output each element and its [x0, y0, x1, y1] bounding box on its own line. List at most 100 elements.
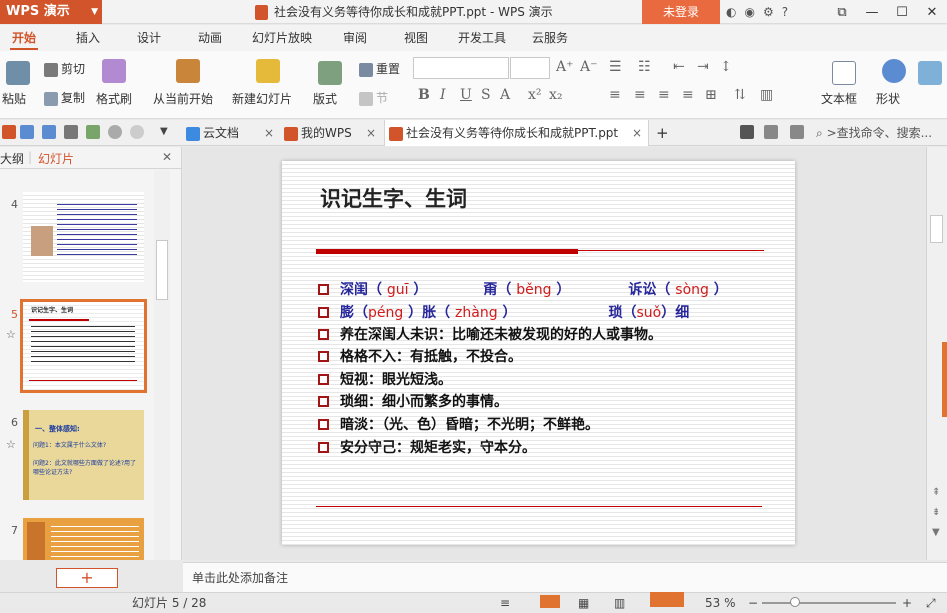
definition-item[interactable]: 琐细：细小而繁多的事情。	[318, 391, 508, 411]
definition-item[interactable]: 格格不入：有抵触，不投合。	[318, 346, 522, 366]
panel-scrollbar[interactable]	[154, 170, 170, 560]
export-pdf-icon[interactable]	[42, 125, 56, 139]
shrink-font-icon[interactable]: A⁻	[580, 59, 598, 75]
zoom-out-icon[interactable]: −	[748, 593, 758, 613]
close-icon[interactable]: ×	[366, 120, 376, 146]
vertical-scrollbar[interactable]: ⇞ ⇟ ▼	[926, 147, 947, 560]
align-center-icon[interactable]: ≡	[634, 87, 646, 103]
underline-icon[interactable]: U	[460, 87, 472, 103]
pinyin-row-2[interactable]: 膨（péng ）胀（ zhàng ）琐（suǒ）细	[318, 302, 689, 322]
zoom-in-icon[interactable]: +	[902, 593, 912, 613]
tab-cloud[interactable]: 云服务	[532, 25, 568, 51]
zoom-level[interactable]: 53 %	[705, 593, 736, 613]
login-button[interactable]: 未登录	[642, 0, 720, 24]
italic-icon[interactable]: I	[440, 87, 446, 103]
scrollbar-thumb[interactable]	[930, 215, 943, 243]
cut-button[interactable]: 剪切	[44, 60, 85, 77]
settings-icon[interactable]: ⚙	[763, 5, 774, 19]
definition-item[interactable]: 暗淡：（光、色）昏暗；不光明；不鲜艳。	[318, 414, 599, 434]
superscript-icon[interactable]: x²	[528, 87, 542, 103]
pinyin-row-1[interactable]: 深闺（ guī ）甭（ běng ）诉讼（ sòng ）	[318, 279, 728, 299]
print-preview-icon[interactable]	[86, 125, 100, 139]
tab-review[interactable]: 审阅	[343, 25, 367, 51]
next-page-icon[interactable]: ⇟	[932, 507, 940, 518]
search-box[interactable]: ⌕ >查找命令、搜索...	[812, 120, 947, 146]
bullets-icon[interactable]: ☰	[609, 59, 622, 75]
close-icon[interactable]: ✕	[162, 150, 172, 164]
chevron-down-icon[interactable]: ▼	[160, 125, 174, 139]
grow-font-icon[interactable]: A⁺	[556, 59, 574, 75]
present-icon[interactable]	[740, 125, 754, 139]
scrollbar-thumb[interactable]	[156, 240, 168, 300]
tab-my-wps[interactable]: 我的WPS ×	[280, 120, 382, 146]
new-tab-button[interactable]: +	[652, 120, 672, 146]
undo-icon[interactable]	[108, 125, 122, 139]
slide-thumbnail-5[interactable]: 识记生字、生词	[20, 299, 147, 393]
slide-title[interactable]: 识记生字、生词	[320, 183, 467, 213]
new-slide-icon[interactable]	[256, 59, 280, 83]
save-icon[interactable]	[20, 125, 34, 139]
skin-icon[interactable]: ◐	[726, 5, 736, 19]
close-icon[interactable]: ×	[264, 120, 274, 146]
align-left-icon[interactable]: ≡	[609, 87, 621, 103]
tab-view[interactable]: 视图	[404, 25, 428, 51]
close-icon[interactable]: ×	[632, 120, 642, 146]
slide-thumbnail-6[interactable]: 一、整体感知: 问题1：本文属于什么文体? 问题2：此文就哪些方面做了论述?用了…	[23, 410, 144, 500]
bold-icon[interactable]: B	[418, 87, 430, 103]
line-spacing-icon[interactable]: ↕	[720, 59, 732, 75]
text-direction-icon[interactable]: ⇅	[734, 87, 746, 103]
maximize-icon[interactable]: ☐	[887, 1, 917, 25]
textbox-button[interactable]: 文本框	[821, 90, 857, 107]
tab-outline[interactable]: 大纲	[0, 150, 24, 167]
redo-icon[interactable]	[130, 125, 144, 139]
paste-icon[interactable]	[6, 61, 30, 85]
justify-icon[interactable]: ≡	[682, 87, 694, 103]
font-color-icon[interactable]: A	[500, 87, 510, 103]
minimize-icon[interactable]: —	[857, 1, 887, 25]
slide-thumbnail-4[interactable]	[23, 192, 144, 282]
copy-button[interactable]: 复制	[44, 89, 85, 106]
font-name-field[interactable]	[413, 57, 509, 79]
wps-app-menu-button[interactable]: WPS 演示 ▼	[0, 0, 102, 24]
restore-icon[interactable]: ⧉	[827, 1, 857, 25]
definition-item[interactable]: 短视：眼光短浅。	[318, 369, 452, 389]
reading-view-icon[interactable]: ▥	[614, 593, 625, 613]
tab-design[interactable]: 设计	[137, 25, 161, 51]
font-size-field[interactable]	[510, 57, 550, 79]
tab-slideshow[interactable]: 幻灯片放映	[252, 25, 312, 51]
definition-item[interactable]: 养在深闺人未识：比喻还未被发现的好的人或事物。	[318, 324, 662, 344]
shape-icon[interactable]	[882, 59, 906, 83]
subscript-icon[interactable]: x₂	[549, 87, 563, 103]
tab-home[interactable]: 开始	[9, 25, 39, 51]
tab-animation[interactable]: 动画	[198, 25, 222, 51]
textbox-icon[interactable]	[832, 61, 856, 85]
add-slide-button[interactable]: +	[56, 568, 118, 588]
zoom-slider-handle[interactable]	[790, 597, 800, 607]
tab-current-document[interactable]: 社会没有义务等待你成长和成就PPT.ppt ×	[384, 120, 649, 146]
tab-insert[interactable]: 插入	[76, 25, 100, 51]
help-icon[interactable]: ?	[782, 5, 788, 19]
tab-developer[interactable]: 开发工具	[458, 25, 506, 51]
decrease-indent-icon[interactable]: ⇤	[673, 59, 685, 75]
format-painter-icon[interactable]	[102, 59, 126, 83]
normal-view-icon[interactable]	[540, 595, 560, 608]
scroll-down-icon[interactable]: ▼	[932, 527, 940, 538]
distribute-icon[interactable]: ⊞	[705, 87, 717, 103]
notes-toggle-icon[interactable]: ≡	[500, 593, 510, 613]
tab-slides[interactable]: 幻灯片	[38, 150, 74, 167]
from-current-button[interactable]: 从当前开始	[153, 90, 213, 107]
open-icon[interactable]	[2, 125, 16, 139]
share-icon[interactable]: ◉	[744, 5, 754, 19]
paste-button[interactable]: 粘贴	[2, 90, 26, 107]
format-painter-button[interactable]: 格式刷	[96, 90, 132, 107]
strikethrough-icon[interactable]: S	[481, 87, 491, 103]
tools-icon[interactable]	[764, 125, 778, 139]
align-right-icon[interactable]: ≡	[658, 87, 670, 103]
definition-item[interactable]: 安分守己：规矩老实，守本分。	[318, 437, 536, 457]
section-button[interactable]: 节	[359, 89, 388, 106]
increase-indent-icon[interactable]: ⇥	[697, 59, 709, 75]
collapse-icon[interactable]	[790, 125, 804, 139]
fit-window-icon[interactable]: ⤢	[926, 593, 936, 613]
shape-button[interactable]: 形状	[876, 90, 900, 107]
columns-icon[interactable]: ▥	[760, 87, 773, 103]
